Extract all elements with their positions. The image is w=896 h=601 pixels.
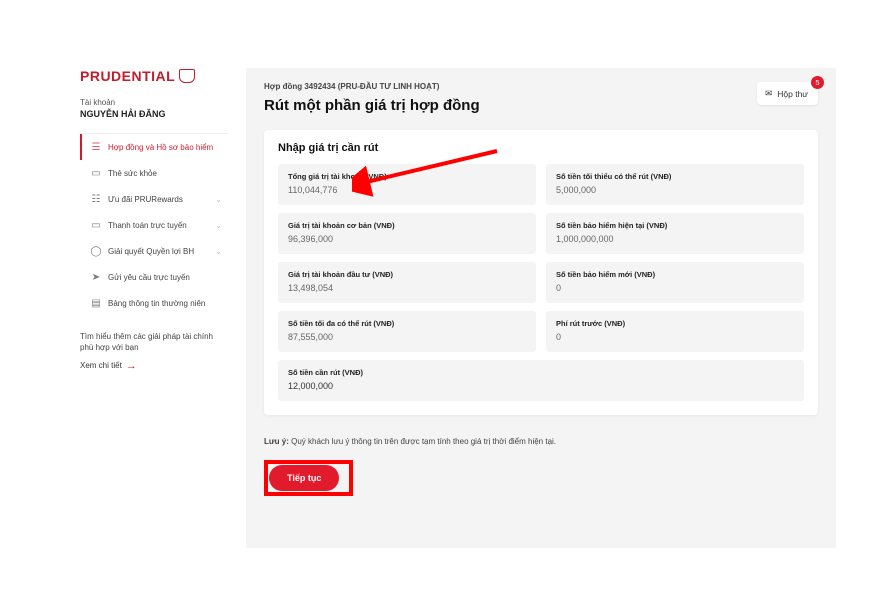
sidebar-item-claims[interactable]: ◯ Giải quyết Quyền lợi BH ⌄ [80, 238, 228, 264]
field-value: 0 [556, 283, 794, 293]
card-icon: ▭ [90, 219, 102, 231]
main-panel: Hợp đồng 3492434 (PRU-ĐẦU TƯ LINH HOẠT) … [246, 68, 836, 548]
field-label: Phí rút trước (VNĐ) [556, 319, 794, 328]
mail-badge: 5 [811, 76, 824, 89]
continue-button[interactable]: Tiếp tục [269, 465, 339, 491]
note-text: Lưu ý: Quý khách lưu ý thông tin trên đư… [264, 437, 818, 446]
chevron-down-icon: ⌄ [215, 195, 222, 204]
mailbox-button[interactable]: ✉ Hộp thư 5 [757, 82, 818, 105]
sidebar-item-rewards[interactable]: ☷ Ưu đãi PRURewards ⌄ [80, 186, 228, 212]
field-value: 110,044,776 [288, 185, 526, 195]
sidebar-item-label: Thanh toán trực tuyến [108, 221, 187, 230]
field-min-withdraw: Số tiền tối thiểu có thể rút (VNĐ) 5,000… [546, 164, 804, 205]
sidebar-item-health-card[interactable]: ▭ Thẻ sức khỏe [80, 160, 228, 186]
account-name: NGUYỄN HẢI ĐĂNG [80, 109, 228, 119]
send-icon: ➤ [90, 271, 102, 283]
shield-icon: ◯ [90, 245, 102, 257]
help-text: Tìm hiểu thêm các giải pháp tài chính ph… [80, 328, 228, 354]
mail-icon: ✉ [765, 88, 772, 99]
arrow-right-icon: → [126, 360, 137, 372]
field-label: Tổng giá trị tài khoản (VNĐ) [288, 172, 526, 181]
field-current-insured: Số tiền bảo hiểm hiện tại (VNĐ) 1,000,00… [546, 213, 804, 254]
field-label: Giá trị tài khoản cơ bản (VNĐ) [288, 221, 526, 230]
document-icon: ☰ [90, 141, 102, 153]
help-link-label: Xem chi tiết [80, 361, 122, 370]
fields-grid: Tổng giá trị tài khoản (VNĐ) 110,044,776… [278, 164, 804, 401]
field-basic-account: Giá trị tài khoản cơ bản (VNĐ) 96,396,00… [278, 213, 536, 254]
brand-text: PRUDENTIAL [80, 68, 175, 84]
chevron-down-icon: ⌄ [215, 221, 222, 230]
gift-icon: ☷ [90, 193, 102, 205]
sidebar-item-label: Giải quyết Quyền lợi BH [108, 247, 194, 256]
sidebar-item-label: Gửi yêu cầu trực tuyến [108, 273, 190, 282]
section-title: Nhập giá trị cần rút [278, 142, 804, 154]
sidebar-item-label: Bảng thông tin thường niên [108, 299, 205, 308]
sidebar-nav: ☰ Hợp đồng và Hồ sơ bảo hiểm ▭ Thẻ sức k… [80, 133, 228, 316]
field-value: 87,555,000 [288, 332, 526, 342]
chevron-down-icon: ⌄ [215, 247, 222, 256]
sidebar: PRUDENTIAL Tài khoản NGUYỄN HẢI ĐĂNG ☰ H… [80, 68, 228, 372]
annotation-highlight-box: Tiếp tục [264, 460, 353, 496]
field-total-account: Tổng giá trị tài khoản (VNĐ) 110,044,776 [278, 164, 536, 205]
field-value: 0 [556, 332, 794, 342]
sidebar-item-label: Thẻ sức khỏe [108, 169, 157, 178]
id-card-icon: ▭ [90, 167, 102, 179]
field-value: 13,498,054 [288, 283, 526, 293]
field-value: 1,000,000,000 [556, 234, 794, 244]
breadcrumb: Hợp đồng 3492434 (PRU-ĐẦU TƯ LINH HOẠT) [264, 82, 818, 91]
field-invest-account: Giá trị tài khoản đầu tư (VNĐ) 13,498,05… [278, 262, 536, 303]
sidebar-item-annual-info[interactable]: ▤ Bảng thông tin thường niên [80, 290, 228, 316]
field-label: Số tiền bảo hiểm hiện tại (VNĐ) [556, 221, 794, 230]
help-link[interactable]: Xem chi tiết → [80, 360, 228, 372]
withdraw-card: Nhập giá trị cần rút Tổng giá trị tài kh… [264, 130, 818, 415]
withdraw-amount-value: 12,000,000 [288, 381, 794, 391]
sidebar-item-label: Hợp đồng và Hồ sơ bảo hiểm [108, 143, 213, 152]
field-label: Số tiền cần rút (VNĐ) [288, 368, 794, 377]
sidebar-item-contracts[interactable]: ☰ Hợp đồng và Hồ sơ bảo hiểm [80, 134, 228, 160]
brand-logo: PRUDENTIAL [80, 68, 228, 84]
field-withdraw-fee: Phí rút trước (VNĐ) 0 [546, 311, 804, 352]
field-max-withdraw: Số tiền tối đa có thể rút (VNĐ) 87,555,0… [278, 311, 536, 352]
note-prefix: Lưu ý: [264, 437, 289, 446]
field-new-insured: Số tiền bảo hiểm mới (VNĐ) 0 [546, 262, 804, 303]
sidebar-item-label: Ưu đãi PRURewards [108, 195, 183, 204]
mailbox-label: Hộp thư [777, 89, 808, 99]
brand-face-icon [179, 69, 195, 83]
field-withdraw-amount[interactable]: Số tiền cần rút (VNĐ) 12,000,000 [278, 360, 804, 401]
account-label: Tài khoản [80, 98, 228, 107]
field-value: 96,396,000 [288, 234, 526, 244]
note-body: Quý khách lưu ý thông tin trên được tạm … [289, 437, 556, 446]
field-value: 5,000,000 [556, 185, 794, 195]
sidebar-item-online-request[interactable]: ➤ Gửi yêu cầu trực tuyến [80, 264, 228, 290]
field-label: Số tiền tối đa có thể rút (VNĐ) [288, 319, 526, 328]
table-icon: ▤ [90, 297, 102, 309]
account-block: Tài khoản NGUYỄN HẢI ĐĂNG [80, 98, 228, 119]
sidebar-item-online-payment[interactable]: ▭ Thanh toán trực tuyến ⌄ [80, 212, 228, 238]
field-label: Số tiền bảo hiểm mới (VNĐ) [556, 270, 794, 279]
field-label: Giá trị tài khoản đầu tư (VNĐ) [288, 270, 526, 279]
page-title: Rút một phần giá trị hợp đồng [264, 97, 818, 114]
field-label: Số tiền tối thiểu có thể rút (VNĐ) [556, 172, 794, 181]
